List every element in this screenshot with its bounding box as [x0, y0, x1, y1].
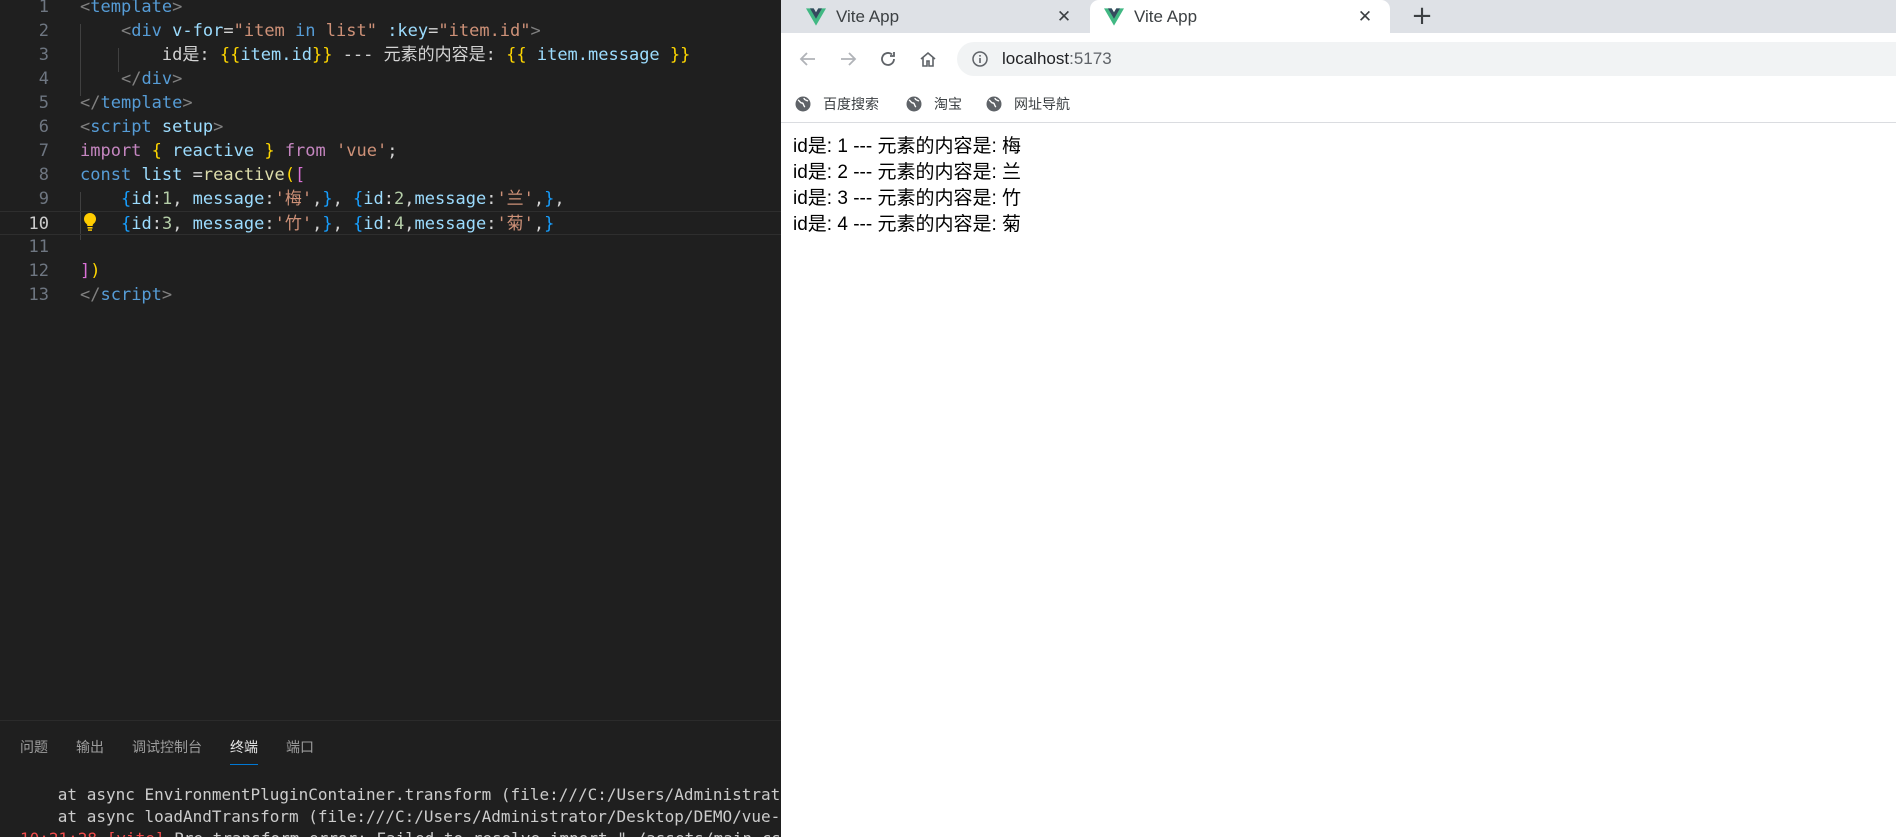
globe-icon	[795, 96, 811, 112]
line-number: 7	[38, 141, 49, 161]
code-text: <script setup>	[80, 117, 224, 137]
reload-button[interactable]	[875, 46, 901, 72]
line-number: 3	[38, 45, 49, 65]
info-icon[interactable]	[971, 50, 989, 68]
page-content: id是: 1 --- 元素的内容是: 梅 id是: 2 --- 元素的内容是: …	[793, 134, 1021, 238]
code-text: import { reactive } from 'vue';	[80, 141, 398, 161]
list-item: id是: 2 --- 元素的内容是: 兰	[793, 162, 1022, 183]
terminal-error-text: Pre-transform error: Failed to resolve i…	[165, 829, 781, 837]
home-icon	[920, 51, 936, 67]
bookmark-nav[interactable]: 网址导航	[986, 93, 1070, 115]
panel-tab-problems[interactable]: 问题	[20, 735, 48, 765]
line-number: 5	[38, 93, 49, 113]
browser-tab-active[interactable]: Vite App ✕	[1090, 0, 1390, 33]
bookmark-label: 淘宝	[934, 96, 962, 112]
new-tab-button[interactable]: +	[1408, 2, 1436, 30]
panel-tab-terminal[interactable]: 终端	[230, 735, 258, 765]
globe-icon	[986, 96, 1002, 112]
browser-tab-title: Vite App	[836, 6, 900, 26]
code-text: {id:1, message:'梅',}, {id:2,message:'兰',…	[120, 189, 565, 209]
code-text: </template>	[80, 93, 193, 113]
code-text: </script>	[80, 285, 173, 305]
line-number: 6	[38, 117, 49, 137]
line-number: 12	[28, 261, 49, 281]
code-line[interactable]: 10 {id:3, message:'竹',}, {id:4,message:'…	[0, 211, 781, 235]
code-line[interactable]: 2 <div v-for="item in list" :key="item.i…	[0, 19, 781, 43]
line-number: 13	[28, 285, 49, 305]
list-item: id是: 1 --- 元素的内容是: 梅	[793, 136, 1022, 157]
line-number: 8	[38, 165, 49, 185]
line-number: 10	[28, 214, 49, 234]
code-line[interactable]: 1 <template>	[0, 0, 781, 19]
back-button[interactable]	[795, 46, 821, 72]
line-number: 11	[28, 237, 49, 257]
terminal-line: at async loadAndTransform (file:///C:/Us…	[0, 807, 781, 826]
url-port: :5173	[1069, 49, 1112, 68]
home-button[interactable]	[915, 46, 941, 72]
reload-icon	[881, 52, 895, 66]
browser-tab[interactable]: Vite App ✕	[781, 0, 1089, 33]
code-editor[interactable]: 1 <template> 2 <div v-for="item in list" :…	[0, 0, 781, 720]
terminal-line: at async EnvironmentPluginContainer.tran…	[0, 785, 781, 804]
list-item: id是: 4 --- 元素的内容是: 菊	[793, 214, 1022, 235]
bookmark-label: 百度搜索	[823, 96, 879, 112]
code-text: id是: {{item.id}} --- 元素的内容是: {{ item.mes…	[80, 45, 691, 65]
line-number: 1	[38, 0, 49, 17]
code-text: <template>	[80, 0, 183, 17]
panel-tab-output[interactable]: 输出	[76, 735, 104, 765]
terminal-timestamp: 10:21:28	[20, 829, 97, 837]
bookmarks-bar: 百度搜索 淘宝 网址导航	[781, 85, 1896, 123]
browser-window: Vite App ✕ Vite App ✕ + localhost:5173 百…	[781, 0, 1896, 837]
code-text: {id:3, message:'竹',}, {id:4,message:'菊',…	[120, 214, 555, 234]
terminal-vite-tag: [vite]	[107, 829, 165, 837]
line-number: 4	[38, 69, 49, 89]
bookmark-baidu[interactable]: 百度搜索	[795, 93, 879, 115]
line-number: 9	[38, 189, 49, 209]
code-line[interactable]: 3 id是: {{item.id}} --- 元素的内容是: {{ item.m…	[0, 43, 781, 67]
code-line[interactable]: 7 import { reactive } from 'vue';	[0, 139, 781, 163]
arrow-right-icon	[841, 52, 857, 66]
bookmark-taobao[interactable]: 淘宝	[906, 93, 962, 115]
url-host: localhost	[1002, 49, 1070, 68]
vue-logo-icon	[1104, 7, 1124, 26]
code-line[interactable]: 13 </script>	[0, 283, 781, 307]
code-line[interactable]: 12])	[0, 259, 781, 283]
line-number: 2	[38, 21, 49, 41]
url-text: localhost:5173	[1002, 48, 1112, 70]
code-text: <div v-for="item in list" :key="item.id"…	[120, 21, 541, 41]
code-line[interactable]: 9 {id:1, message:'梅',}, {id:2,message:'兰…	[0, 187, 781, 211]
close-tab-icon[interactable]: ✕	[1053, 7, 1075, 27]
code-line[interactable]: 11	[0, 235, 781, 259]
code-line[interactable]: 8 const list =reactive([	[0, 163, 781, 187]
vue-logo-icon	[806, 7, 826, 26]
globe-icon	[906, 96, 922, 112]
browser-toolbar: localhost:5173	[781, 33, 1896, 85]
panel-tabs: 问题 输出 调试控制台 终端 端口	[20, 735, 314, 765]
lightbulb-icon[interactable]	[82, 212, 98, 232]
tab-strip: Vite App ✕ Vite App ✕ +	[781, 0, 1896, 33]
code-text: </div>	[120, 69, 183, 89]
code-line[interactable]: 6 <script setup>	[0, 115, 781, 139]
panel-tab-debug-console[interactable]: 调试控制台	[132, 735, 202, 765]
bookmark-label: 网址导航	[1014, 96, 1070, 112]
forward-button[interactable]	[835, 46, 861, 72]
arrow-left-icon	[799, 52, 815, 66]
close-tab-icon[interactable]: ✕	[1354, 7, 1376, 27]
address-bar[interactable]: localhost:5173	[957, 42, 1896, 76]
list-item: id是: 3 --- 元素的内容是: 竹	[793, 188, 1022, 209]
code-text: const list =reactive([	[80, 165, 306, 185]
code-line[interactable]: 5 </template>	[0, 91, 781, 115]
terminal-error-line: 10:21:28 [vite] Pre-transform error: Fai…	[20, 829, 781, 837]
bottom-panel: 问题 输出 调试控制台 终端 端口 at async EnvironmentPl…	[0, 720, 781, 837]
code-text: ])	[80, 261, 101, 281]
panel-tab-ports[interactable]: 端口	[286, 735, 314, 765]
browser-tab-title: Vite App	[1134, 6, 1198, 26]
code-line[interactable]: 4 </div>	[0, 67, 781, 91]
